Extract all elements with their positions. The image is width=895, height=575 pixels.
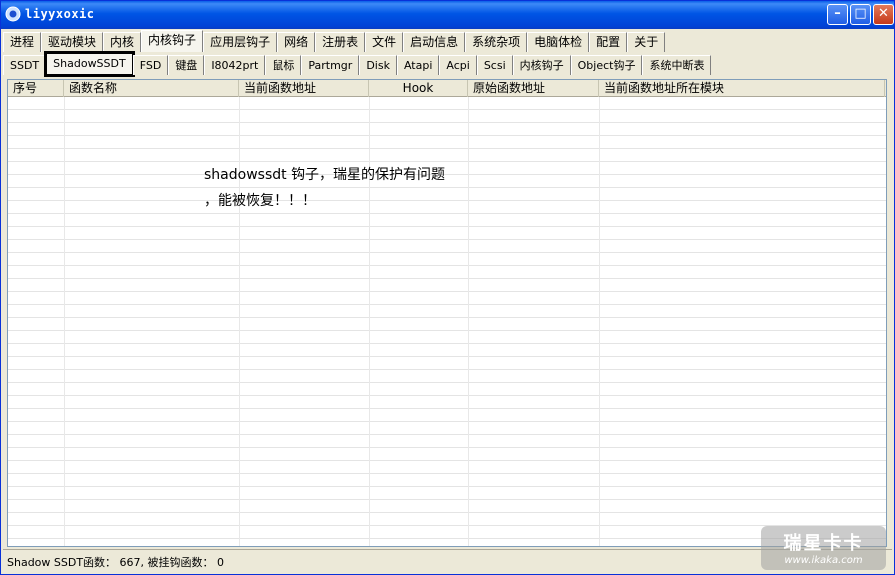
annotation-line-1: shadowssdt 钩子，瑞星的保护有问题 — [204, 167, 446, 183]
annotation-line-2: ，能被恢复！！！ — [204, 193, 316, 209]
main-tab-bar: 进程 驱动模块 内核 内核钩子 应用层钩子 网络 注册表 文件 启动信息 系统杂… — [3, 30, 666, 52]
column-divider — [599, 97, 600, 546]
close-button[interactable]: ✕ — [873, 4, 894, 25]
list-grid — [8, 97, 886, 546]
subtab-kernel-hooks[interactable]: 内核钩子 — [512, 55, 571, 75]
hook-list[interactable]: 序号 函数名称 当前函数地址 Hook 原始函数地址 当前函数地址所在模块 sh… — [7, 79, 887, 547]
subtab-fsd[interactable]: FSD — [132, 55, 169, 75]
column-header-function-name[interactable]: 函数名称 — [64, 80, 239, 97]
app-icon — [5, 6, 21, 22]
tab-kernel[interactable]: 内核 — [103, 32, 142, 52]
tab-about[interactable]: 关于 — [627, 32, 666, 52]
maximize-button[interactable]: □ — [850, 4, 871, 25]
tab-app-hooks[interactable]: 应用层钩子 — [203, 32, 278, 52]
annotation-text: shadowssdt 钩子，瑞星的保护有问题 ，能被恢复！！！ — [204, 162, 445, 214]
tab-system-misc[interactable]: 系统杂项 — [465, 32, 528, 52]
title-bar[interactable]: liyyxoxic – □ ✕ — [1, 1, 894, 29]
column-header-original-address[interactable]: 原始函数地址 — [468, 80, 599, 97]
watermark-url: www.ikaka.com — [784, 555, 863, 566]
window-title: liyyxoxic — [25, 7, 95, 21]
subtab-disk[interactable]: Disk — [359, 55, 397, 75]
tab-pc-check[interactable]: 电脑体检 — [527, 32, 590, 52]
watermark-logo: 瑞星卡卡 www.ikaka.com — [761, 526, 886, 570]
subtab-partmgr[interactable]: Partmgr — [301, 55, 360, 75]
column-header-hook[interactable]: Hook — [369, 80, 468, 97]
tab-files[interactable]: 文件 — [365, 32, 404, 52]
column-header-current-address[interactable]: 当前函数地址 — [239, 80, 369, 97]
subtab-i8042prt[interactable]: I8042prt — [204, 55, 266, 75]
subtab-keyboard[interactable]: 键盘 — [168, 55, 205, 75]
subtab-scsi[interactable]: Scsi — [476, 55, 513, 75]
subtab-acpi[interactable]: Acpi — [439, 55, 477, 75]
subtab-ssdt[interactable]: SSDT — [3, 55, 47, 75]
tab-network[interactable]: 网络 — [277, 32, 316, 52]
minimize-button[interactable]: – — [827, 4, 848, 25]
status-text: Shadow SSDT函数： 667, 被挂钩函数： 0 — [7, 556, 225, 569]
subtab-shadowssdt[interactable]: ShadowSSDT — [44, 51, 135, 77]
subtab-atapi[interactable]: Atapi — [396, 55, 440, 75]
column-divider — [468, 97, 469, 546]
column-header-module[interactable]: 当前函数地址所在模块 — [599, 80, 885, 97]
subtab-object-hooks[interactable]: Object钩子 — [570, 55, 643, 75]
subtab-mouse[interactable]: 鼠标 — [265, 55, 302, 75]
tab-registry[interactable]: 注册表 — [315, 32, 366, 52]
list-header: 序号 函数名称 当前函数地址 Hook 原始函数地址 当前函数地址所在模块 — [8, 80, 886, 97]
app-window: liyyxoxic – □ ✕ 进程 驱动模块 内核 内核钩子 应用层钩子 网络… — [0, 0, 895, 575]
subtab-interrupt-table[interactable]: 系统中断表 — [642, 55, 712, 75]
watermark-brand: 瑞星卡卡 — [783, 533, 864, 554]
column-divider — [64, 97, 65, 546]
sub-tab-bar: SSDT ShadowSSDT FSD 键盘 I8042prt 鼠标 Partm… — [3, 51, 712, 77]
column-header-index[interactable]: 序号 — [8, 80, 64, 97]
tab-config[interactable]: 配置 — [589, 32, 628, 52]
status-bar: Shadow SSDT函数： 667, 被挂钩函数： 0 — [3, 549, 892, 571]
tab-driver-modules[interactable]: 驱动模块 — [41, 32, 104, 52]
tab-process[interactable]: 进程 — [3, 32, 42, 52]
tab-startup[interactable]: 启动信息 — [403, 32, 466, 52]
tab-kernel-hooks[interactable]: 内核钩子 — [141, 30, 204, 52]
